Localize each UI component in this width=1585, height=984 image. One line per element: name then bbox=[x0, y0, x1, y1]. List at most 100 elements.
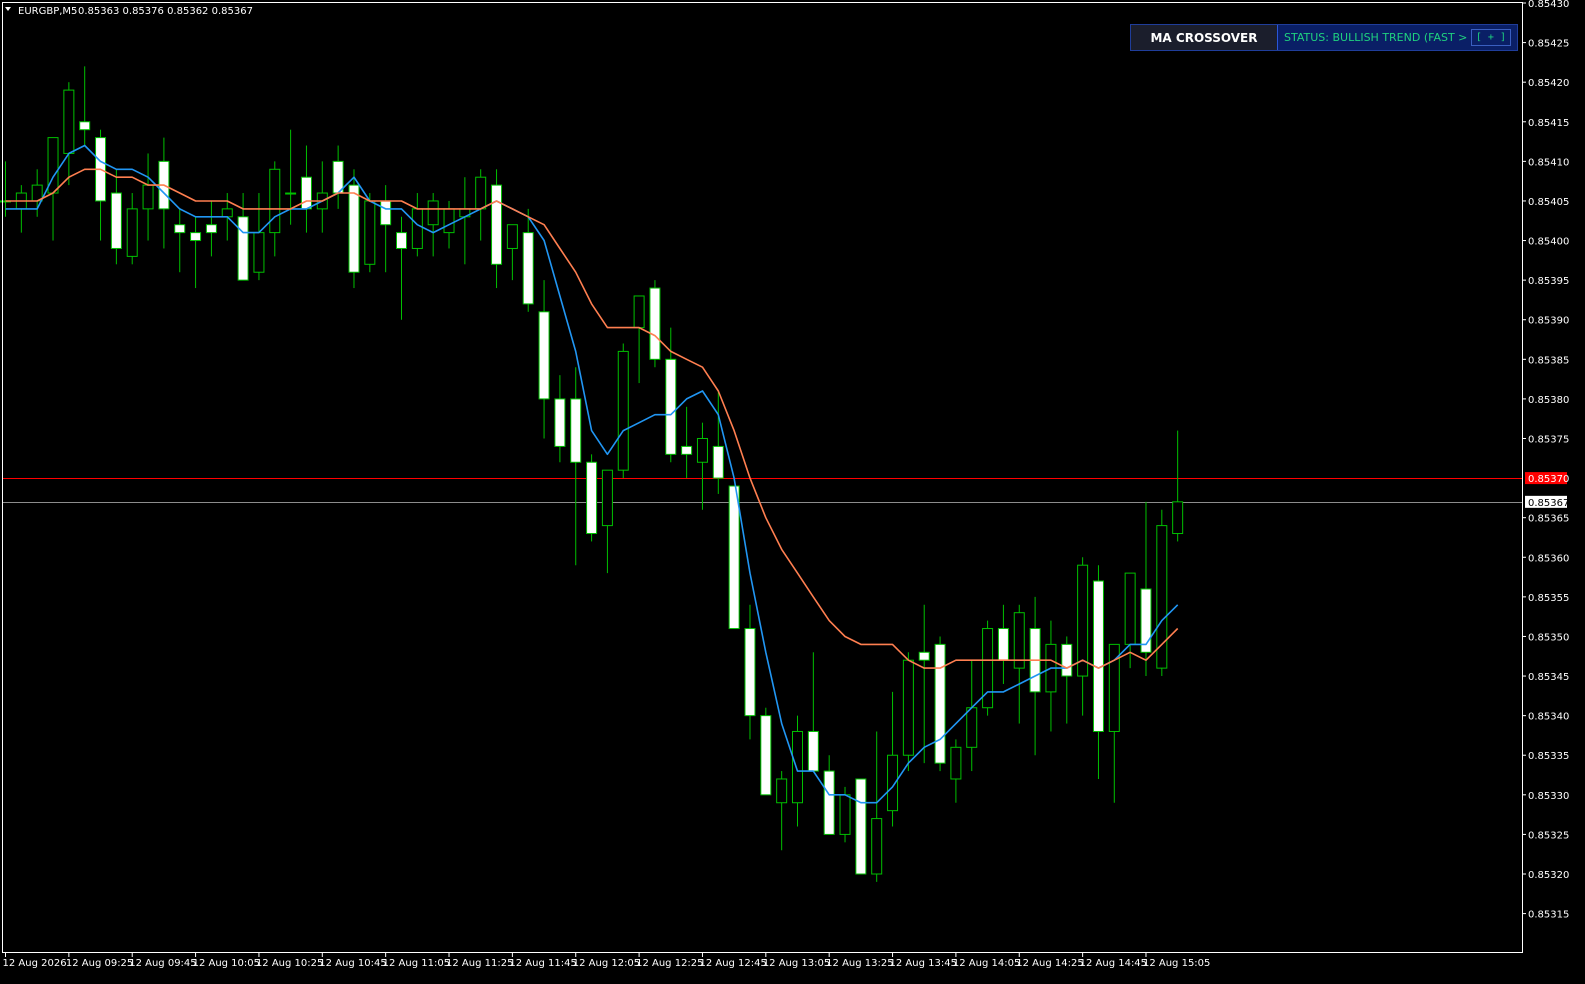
candle bbox=[586, 454, 598, 542]
bear-candle-body bbox=[380, 200, 392, 226]
bear-candle-body bbox=[332, 160, 344, 194]
bear-candle-body bbox=[110, 192, 122, 249]
candle bbox=[760, 707, 772, 796]
y-tick-label: 0.85315 bbox=[1528, 910, 1569, 921]
bull-candle-body bbox=[411, 208, 423, 249]
bull-candle-body bbox=[601, 469, 613, 527]
bull-candle-body bbox=[427, 200, 439, 226]
bear-candle-body bbox=[728, 485, 740, 630]
bear-candle-body bbox=[300, 176, 312, 210]
bull-candle-body bbox=[776, 778, 788, 804]
y-tick-label: 0.85340 bbox=[1528, 712, 1569, 723]
candle bbox=[902, 652, 914, 772]
bear-candle-body bbox=[855, 778, 867, 875]
bull-candle-body bbox=[506, 224, 518, 249]
expand-button[interactable]: [ + ] bbox=[1470, 29, 1511, 46]
bear-candle-body bbox=[712, 445, 724, 479]
ma-crossover-panel: MA CROSSOVER STATUS: BULLISH TREND (FAST… bbox=[1130, 24, 1518, 51]
x-tick-label: 12 Aug 10:45 bbox=[319, 958, 386, 969]
y-tick-label: 0.85365 bbox=[1528, 514, 1569, 525]
y-tick-label: 0.85430 bbox=[1528, 0, 1569, 10]
bull-candle-body bbox=[871, 818, 883, 875]
chart-background bbox=[0, 0, 1585, 984]
y-tick-label: 0.85390 bbox=[1528, 316, 1569, 327]
y-tick-label: 0.85360 bbox=[1528, 553, 1569, 564]
bear-candle-body bbox=[918, 651, 930, 661]
y-tick-label: 0.85375 bbox=[1528, 435, 1569, 446]
y-tick-label: 0.85410 bbox=[1528, 157, 1569, 168]
bull-candle-body bbox=[1156, 525, 1168, 669]
bear-candle-body bbox=[649, 287, 661, 360]
bear-candle-body bbox=[538, 311, 550, 400]
candle bbox=[364, 193, 376, 273]
x-tick-label: 12 Aug 13:25 bbox=[826, 958, 893, 969]
candle bbox=[649, 280, 661, 368]
bull-candle-body bbox=[696, 438, 708, 463]
bear-candle-body bbox=[554, 398, 566, 447]
y-tick-label: 0.85350 bbox=[1528, 632, 1569, 643]
bear-candle-body bbox=[744, 628, 756, 717]
x-tick-label: 12 Aug 10:05 bbox=[193, 958, 260, 969]
bull-candle-body bbox=[839, 794, 851, 835]
bull-candle-body bbox=[126, 208, 138, 257]
x-tick-label: 12 Aug 14:25 bbox=[1016, 958, 1083, 969]
bull-candle-body bbox=[902, 659, 914, 756]
candle bbox=[855, 778, 867, 875]
y-tick-label: 0.85420 bbox=[1528, 78, 1569, 89]
price-chart[interactable]: 0.85430 0.85425 0.85420 0.85415 0.85410 0.854… bbox=[0, 0, 1585, 984]
bull-candle-body bbox=[792, 730, 803, 804]
x-tick-label: 12 Aug 11:05 bbox=[383, 958, 450, 969]
bull-candle-body bbox=[950, 746, 962, 780]
bear-candle-body bbox=[997, 628, 1009, 661]
symbol-header: EURGBP,M5 0.85363 0.85376 0.85362 0.8536… bbox=[5, 6, 253, 17]
y-tick-label: 0.85380 bbox=[1528, 395, 1569, 406]
y-tick-label: 0.85385 bbox=[1528, 355, 1569, 366]
y-tick-label: 0.85345 bbox=[1528, 672, 1569, 683]
candle bbox=[617, 343, 629, 479]
x-tick-label: 12 Aug 11:25 bbox=[446, 958, 513, 969]
bull-candle-body bbox=[617, 350, 629, 471]
bear-candle-body bbox=[665, 358, 677, 455]
bear-candle-body bbox=[79, 121, 91, 131]
panel-title: MA CROSSOVER bbox=[1131, 25, 1277, 50]
bear-candle-body bbox=[1061, 643, 1073, 677]
bull-candle-body bbox=[63, 89, 75, 154]
bull-candle-body bbox=[1124, 572, 1136, 645]
y-tick-label: 0.85330 bbox=[1528, 791, 1569, 802]
bear-candle-body bbox=[807, 730, 819, 772]
y-tick-label: 0.85335 bbox=[1528, 751, 1569, 762]
y-tick-label: 0.85425 bbox=[1528, 39, 1569, 50]
bull-candle-body bbox=[285, 192, 297, 195]
bull-candle-body bbox=[475, 176, 487, 210]
x-tick-label: 12 Aug 2026 bbox=[3, 958, 67, 969]
ohlc-values: 0.85363 0.85376 0.85362 0.85367 bbox=[78, 6, 253, 17]
candle bbox=[348, 169, 360, 289]
bull-candle-body bbox=[269, 168, 281, 234]
candle bbox=[728, 485, 740, 630]
bull-candle-body bbox=[253, 232, 265, 273]
x-tick-label: 12 Aug 15:05 bbox=[1143, 958, 1210, 969]
bear-candle-body bbox=[586, 461, 598, 535]
x-tick-label: 12 Aug 12:45 bbox=[699, 958, 766, 969]
candle bbox=[1156, 509, 1168, 677]
bear-candle-body bbox=[1140, 588, 1152, 653]
x-tick-label: 12 Aug 09:25 bbox=[66, 958, 133, 969]
candle bbox=[934, 636, 946, 772]
bear-candle-body bbox=[681, 445, 693, 455]
x-tick-label: 12 Aug 13:05 bbox=[763, 958, 830, 969]
bear-candle-body bbox=[205, 224, 217, 234]
bear-candle-body bbox=[491, 184, 503, 265]
bull-candle-body bbox=[633, 295, 645, 329]
x-tick-label: 12 Aug 13:45 bbox=[890, 958, 957, 969]
bear-candle-body bbox=[396, 232, 407, 249]
bear-candle-body bbox=[348, 184, 360, 273]
bear-candle-body bbox=[522, 232, 534, 305]
y-tick-label: 0.85395 bbox=[1528, 276, 1569, 287]
bear-candle-body bbox=[760, 715, 772, 796]
bull-candle-body bbox=[142, 184, 154, 210]
symbol-name: EURGBP,M5 bbox=[18, 6, 77, 17]
bear-candle-body bbox=[190, 232, 202, 242]
y-tick-label: 0.85325 bbox=[1528, 830, 1569, 841]
y-tick-label: 0.85405 bbox=[1528, 197, 1569, 208]
bull-candle-body bbox=[1172, 501, 1184, 535]
